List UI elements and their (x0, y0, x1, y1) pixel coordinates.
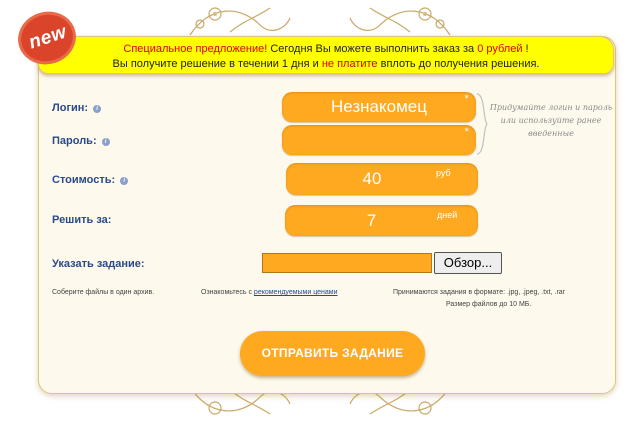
submit-task-button[interactable]: ОТПРАВИТЬ ЗАДАНИЕ (240, 331, 425, 376)
offer-exclaim: ! (522, 43, 529, 55)
offer-text-3: вплоть до получения решения. (377, 58, 540, 70)
note-prices-prefix: Ознакомьтесь с (201, 289, 254, 296)
cost-input[interactable]: 40 руб (286, 163, 478, 195)
offer-title: Специальное предложение! (123, 43, 268, 55)
note-size: Размер файлов до 10 МБ. (446, 301, 532, 308)
offer-text: Сегодня Вы можете выполнить заказ за (267, 43, 478, 55)
login-input[interactable]: Незнакомец * (282, 92, 476, 122)
banner-line-2: Вы получите решение в течении 1 дня и не… (39, 57, 613, 72)
task-label: Указать задание: (52, 258, 145, 270)
password-label-row: Пароль: i (52, 135, 110, 147)
offer-text-2: Вы получите решение в течении 1 дня и (112, 58, 322, 70)
recommended-prices-link[interactable]: рекомендуемыми ценами (254, 289, 338, 296)
login-value: Незнакомец (331, 97, 427, 116)
file-path-input[interactable] (262, 253, 432, 273)
decorative-ornament-top (189, 7, 451, 36)
login-label-row: Логин: i (52, 102, 102, 114)
offer-no-pay: не платите (321, 58, 378, 70)
info-icon[interactable]: i (93, 105, 102, 113)
cost-unit: руб (436, 168, 451, 178)
required-mark: * (464, 127, 470, 137)
task-label-row: Указать задание: (52, 258, 145, 270)
cost-label-row: Стоимость: i (52, 174, 129, 186)
deadline-label-row: Решить за: (52, 214, 111, 226)
cost-label: Стоимость: (52, 174, 116, 186)
login-hint: Придумайте логин и пароль или используйт… (489, 103, 613, 138)
note-archive: Соберите файлы в один архив. (52, 289, 155, 296)
password-input[interactable]: * (282, 125, 476, 155)
special-offer-banner: Специальное предложение! Сегодня Вы може… (38, 36, 614, 74)
new-badge: new (12, 5, 82, 71)
deadline-unit: дней (437, 210, 458, 220)
offer-price: 0 рублей (477, 43, 523, 55)
required-mark: * (464, 94, 470, 104)
password-label: Пароль: (52, 135, 97, 147)
bracket-decoration (476, 93, 488, 155)
login-label: Логин: (52, 102, 89, 114)
browse-button[interactable]: Обзор... (434, 252, 502, 274)
note-prices: Ознакомьтесь с рекомендуемыми ценами (201, 289, 338, 296)
deadline-label: Решить за: (52, 214, 112, 226)
info-icon[interactable]: i (101, 138, 110, 146)
deadline-input[interactable]: 7 дней (285, 205, 478, 236)
info-icon[interactable]: i (120, 177, 129, 185)
note-formats: Принимаются задания в формате: .jpg, .jp… (393, 289, 566, 296)
banner-line-1: Специальное предложение! Сегодня Вы може… (39, 42, 613, 57)
